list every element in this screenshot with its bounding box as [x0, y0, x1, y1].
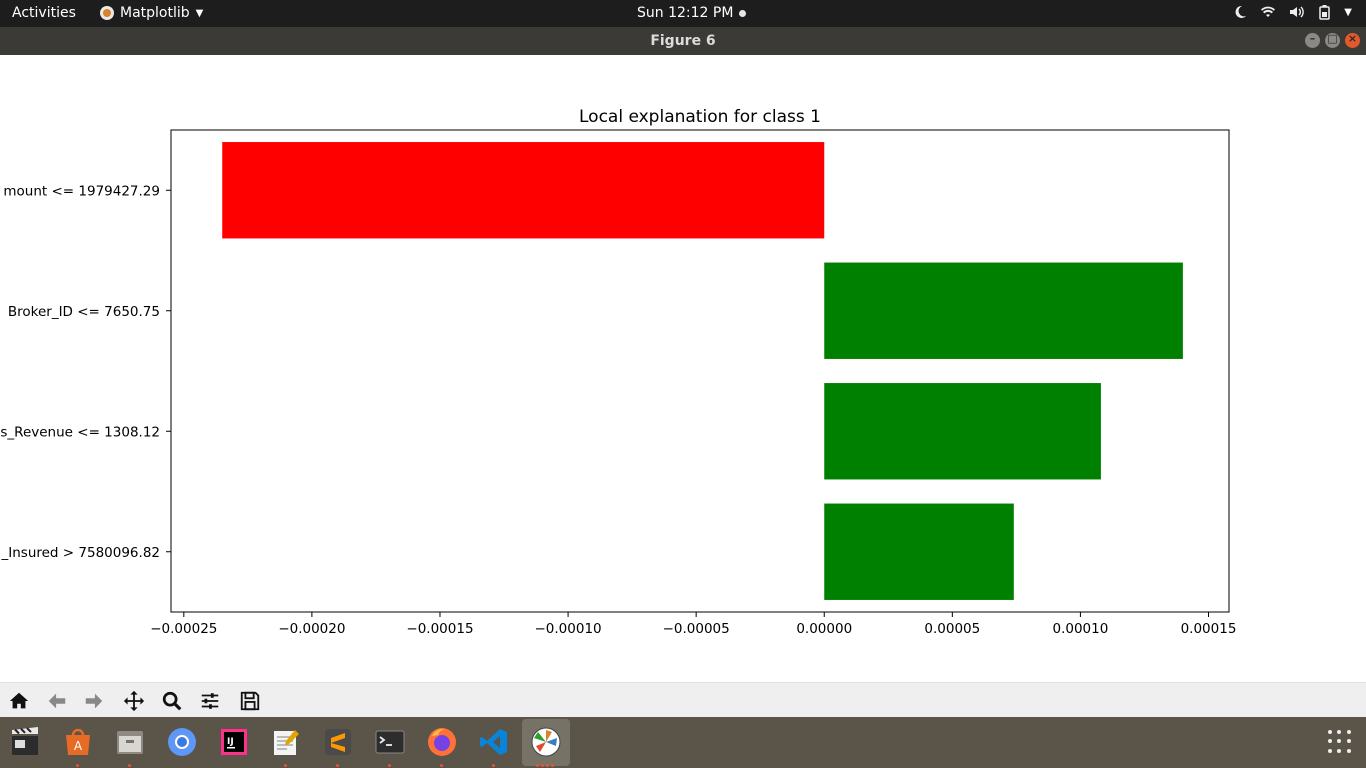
pan-button[interactable] [122, 689, 146, 713]
dock-item-sublime-text[interactable] [320, 724, 356, 760]
back-icon [48, 693, 66, 709]
home-icon [9, 692, 29, 709]
x-tick-label: 0.00015 [1181, 621, 1237, 637]
dock-item-file-manager[interactable] [112, 724, 148, 760]
clock[interactable]: Sun 12:12 PM [637, 5, 747, 21]
chromium-icon [168, 728, 196, 756]
firefox-icon [428, 728, 456, 756]
dock-item-firefox[interactable] [424, 724, 460, 760]
dock: A IJ [0, 717, 1366, 768]
dock-item-terminal[interactable] [372, 724, 408, 760]
configure-subplots-icon [201, 693, 219, 709]
zoom-button[interactable] [160, 689, 184, 713]
forward-button[interactable] [82, 689, 106, 713]
text-editor-icon [274, 730, 299, 755]
svg-text:IJ: IJ [227, 737, 234, 747]
dock-item-vscode[interactable] [476, 724, 512, 760]
dock-item-intellij[interactable]: IJ [216, 724, 252, 760]
y-tick-label: Broker_ID <= 7650.75 [8, 304, 160, 320]
running-indicator [388, 764, 391, 767]
close-button[interactable]: × [1345, 32, 1360, 48]
bar [222, 142, 825, 239]
pan-icon [123, 690, 145, 712]
running-indicator [541, 764, 544, 767]
y-tick-label: mount <= 1979427.29 [3, 183, 160, 199]
intellij-icon: IJ [221, 729, 247, 755]
running-indicator [551, 764, 554, 767]
x-tick-label: 0.00000 [796, 621, 852, 637]
app-menu-label: Matplotlib [120, 5, 190, 21]
running-indicator [336, 764, 339, 767]
x-tick-label: −0.00005 [663, 621, 730, 637]
bar [824, 383, 1101, 480]
x-tick-label: −0.00025 [150, 621, 217, 637]
vscode-icon [480, 729, 507, 755]
running-indicator [546, 764, 549, 767]
save-icon [240, 691, 260, 711]
volume-icon [1290, 6, 1305, 18]
y-tick-label: s_Revenue <= 1308.12 [0, 424, 160, 440]
maximize-icon: □ [1327, 32, 1338, 45]
running-indicator [492, 764, 495, 767]
chevron-down-icon: ▼ [1344, 6, 1352, 18]
running-indicator [440, 764, 443, 767]
running-indicator [76, 764, 79, 767]
running-indicator [284, 764, 287, 767]
x-tick-label: 0.00010 [1053, 621, 1109, 637]
minimize-button[interactable]: – [1305, 32, 1320, 48]
show-applications-button[interactable] [1328, 730, 1352, 754]
window-title-bar[interactable]: Figure 6 – □ × [0, 27, 1366, 55]
maximize-button[interactable]: □ [1325, 32, 1340, 48]
dock-item-software-center[interactable]: A [60, 724, 96, 760]
configure-subplots-button[interactable] [198, 689, 222, 713]
clock-label: Sun 12:12 PM [637, 5, 734, 21]
x-tick-label: −0.00015 [406, 621, 473, 637]
forward-icon [85, 693, 103, 709]
top-bar: Activities Matplotlib ▼ Sun 12:12 PM ▼ [0, 0, 1366, 27]
dock-item-video-player[interactable] [7, 724, 43, 760]
window-title: Figure 6 [650, 33, 716, 49]
bar-chart: Local explanation for class 1 −0.00025 −0… [0, 107, 1237, 637]
wifi-icon [1261, 6, 1276, 17]
file-manager-icon [117, 731, 143, 754]
dock-item-matplotlib[interactable] [528, 724, 564, 760]
x-tick-label: −0.00020 [278, 621, 345, 637]
video-player-icon [12, 727, 38, 755]
home-button[interactable] [7, 689, 31, 713]
back-button[interactable] [45, 689, 69, 713]
x-tick-label: 0.00005 [924, 621, 980, 637]
matplotlib-icon [531, 727, 561, 757]
sublime-text-icon [325, 729, 351, 755]
dock-item-text-editor[interactable] [268, 724, 304, 760]
zoom-icon [162, 691, 182, 711]
x-tick-label: −0.00010 [534, 621, 601, 637]
navigation-toolbar [0, 682, 1366, 718]
close-icon: × [1347, 32, 1358, 45]
matplotlib-icon [100, 6, 114, 20]
notification-dot-icon [739, 9, 747, 17]
y-tick-label: _Insured > 7580096.82 [1, 545, 161, 561]
bar [824, 503, 1014, 600]
terminal-icon [375, 730, 405, 754]
app-menu[interactable]: Matplotlib ▼ [100, 5, 203, 21]
bar [824, 262, 1183, 359]
chevron-down-icon: ▼ [195, 7, 204, 19]
minimize-icon: – [1309, 32, 1316, 45]
save-button[interactable] [238, 689, 262, 713]
running-indicator [536, 764, 539, 767]
battery-icon [1319, 5, 1331, 20]
dock-item-chromium[interactable] [164, 724, 200, 760]
running-indicator [128, 764, 131, 767]
chart-title: Local explanation for class 1 [579, 107, 821, 127]
software-center-icon: A [66, 728, 90, 755]
svg-text:A: A [74, 739, 83, 753]
figure-canvas[interactable]: Local explanation for class 1 −0.00025 −0… [0, 55, 1366, 682]
system-tray[interactable]: ▼ [1232, 4, 1352, 20]
activities-button[interactable]: Activities [12, 5, 76, 21]
night-mode-icon [1235, 5, 1247, 18]
